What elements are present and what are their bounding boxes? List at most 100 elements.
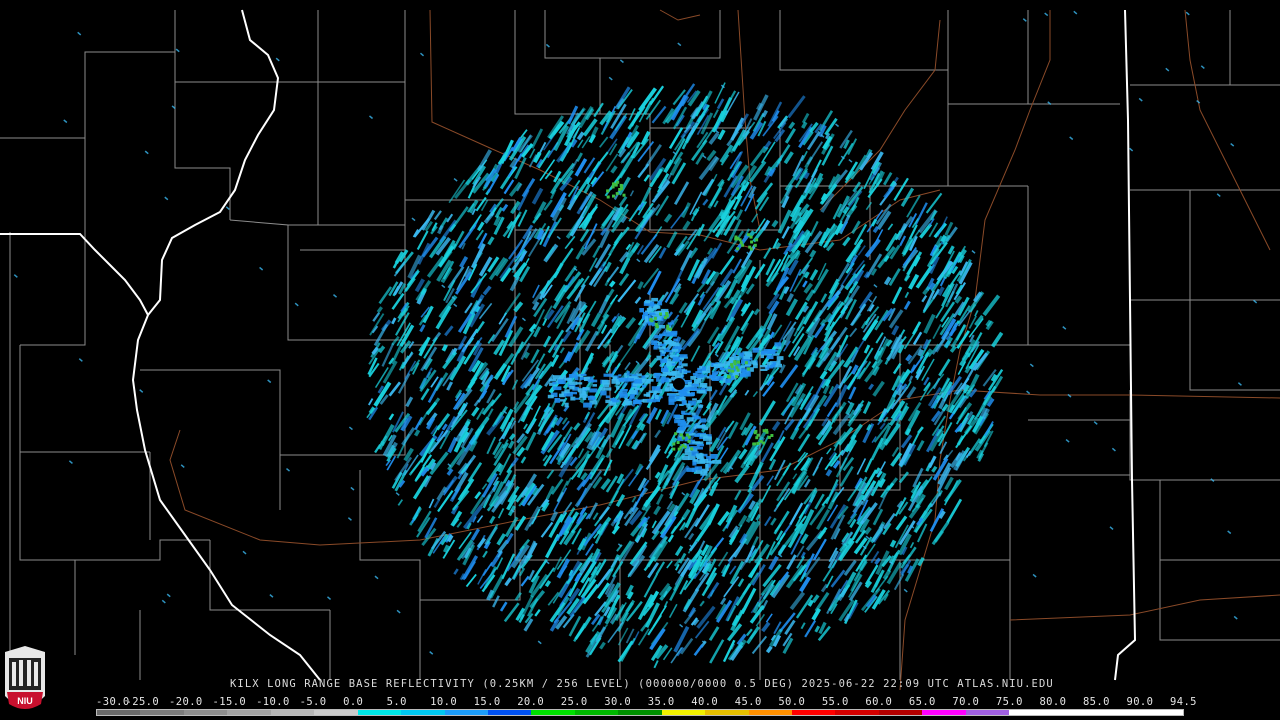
echo-streak — [716, 98, 725, 110]
echo-speck — [275, 57, 280, 62]
echo-streak — [648, 444, 661, 463]
highway-line — [1184, 9, 1271, 251]
echo-green-cell — [649, 318, 653, 321]
county-line — [1130, 299, 1280, 391]
echo-streak — [654, 429, 662, 439]
echo-streak — [708, 626, 720, 642]
echo-speck — [411, 217, 416, 222]
echo-streak — [663, 213, 673, 223]
echo-green-cell — [687, 435, 691, 439]
echo-streak — [982, 294, 1001, 317]
echo-speck — [679, 623, 684, 628]
echo-streak — [754, 543, 770, 564]
echo-cell — [705, 464, 709, 469]
echo-cell — [564, 389, 570, 394]
echo-streak — [442, 351, 458, 370]
echo-streak — [751, 635, 768, 655]
echo-streak — [470, 528, 481, 541]
colorbar-tick: 0.0 — [343, 696, 364, 708]
colorbar-segment — [357, 710, 402, 715]
echo-streak — [605, 447, 613, 459]
echo-streak — [801, 121, 808, 129]
echo-streak — [680, 314, 689, 328]
county-line — [318, 10, 406, 83]
echo-cell — [659, 343, 666, 347]
echo-cell — [647, 398, 656, 403]
colorbar-tick: 80.0 — [1039, 696, 1067, 708]
echo-streak — [414, 416, 424, 431]
echo-speck — [453, 177, 458, 182]
echo-cell — [659, 349, 664, 352]
echo-streak — [784, 128, 797, 144]
echo-streak — [723, 576, 740, 598]
echo-streak — [822, 559, 838, 582]
echo-speck — [259, 266, 264, 271]
echo-streak — [483, 211, 495, 224]
echo-speck — [285, 467, 291, 472]
colorbar-tick: 94.5 — [1170, 696, 1197, 708]
echo-green-cell — [730, 365, 734, 369]
echo-streak — [804, 620, 817, 638]
echo-streak — [414, 429, 421, 437]
echo-cell — [682, 455, 690, 461]
colorbar-segment — [1009, 710, 1053, 715]
echo-streak — [702, 407, 710, 416]
echo-speck — [1216, 193, 1221, 197]
echo-cell — [591, 396, 596, 400]
echo-streak — [404, 277, 416, 292]
echo-cell — [641, 375, 646, 379]
echo-streak — [864, 458, 873, 473]
echo-cell — [766, 354, 774, 360]
echo-streak — [874, 557, 881, 565]
echo-streak — [405, 396, 414, 408]
echo-streak — [765, 645, 773, 654]
echo-cell — [712, 373, 717, 378]
echo-cell — [719, 367, 724, 370]
echo-speck — [702, 154, 707, 159]
echo-streak — [767, 101, 783, 127]
echo-streak — [752, 390, 758, 398]
colorbar-segment — [531, 710, 575, 715]
echo-streak — [771, 420, 781, 431]
echo-streak — [893, 573, 905, 591]
echo-streak — [552, 262, 564, 279]
echo-streak — [801, 112, 810, 124]
echo-streak — [551, 338, 564, 358]
echo-cell — [629, 394, 635, 399]
echo-speck — [545, 43, 550, 48]
echo-green-cell — [606, 189, 610, 193]
echo-cell — [626, 371, 630, 376]
echo-streak — [974, 310, 979, 317]
colorbar-tick: 40.0 — [691, 696, 719, 708]
echo-cell — [559, 399, 566, 402]
echo-cell — [661, 367, 669, 373]
echo-streak — [849, 327, 858, 338]
echo-green-cell — [756, 441, 760, 445]
echo-cell — [681, 400, 686, 405]
echo-streak — [656, 493, 664, 505]
echo-cell — [671, 370, 680, 374]
echo-cell — [554, 398, 561, 403]
echo-streak — [668, 603, 678, 619]
echo-streak — [923, 313, 936, 334]
echo-streak — [629, 190, 635, 197]
echo-streak — [504, 577, 512, 587]
echo-streak — [784, 418, 795, 431]
echo-streak — [889, 539, 897, 548]
echo-streak — [520, 575, 530, 587]
colorbar-segment — [444, 710, 488, 715]
echo-speck — [1093, 421, 1098, 425]
colorbar-segment — [183, 710, 228, 715]
echo-streak — [904, 291, 910, 299]
echo-streak — [856, 458, 867, 475]
echo-cell — [694, 416, 701, 420]
echo-cell — [681, 389, 687, 394]
echo-streak — [646, 543, 663, 568]
echo-streak — [903, 300, 911, 310]
echo-streak — [769, 436, 786, 462]
echo-streak — [573, 422, 581, 431]
county-line — [20, 232, 86, 346]
echo-streak — [450, 206, 469, 231]
echo-streak — [865, 201, 873, 211]
echo-streak — [524, 431, 537, 451]
